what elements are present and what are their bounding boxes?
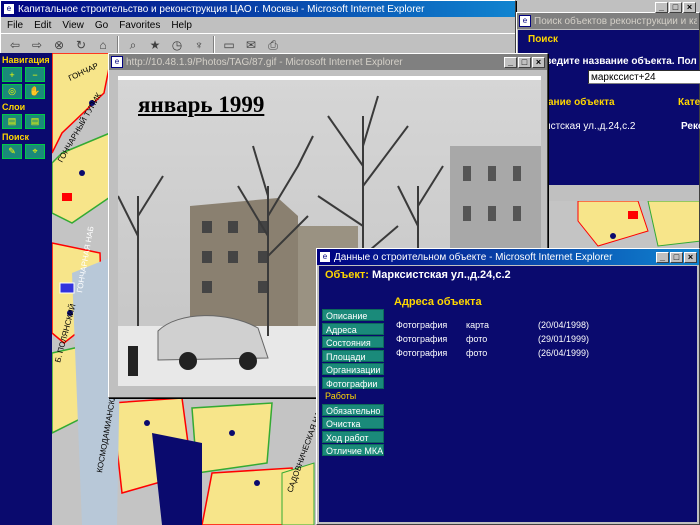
row-kind: фото [466, 334, 488, 344]
object-label: Объект: [325, 269, 369, 281]
side-item-mandatory[interactable]: Обязательно [322, 403, 384, 416]
maximize-icon[interactable]: □ [670, 251, 683, 263]
section-title: Адреса объекта [394, 296, 482, 308]
close-icon[interactable]: × [532, 56, 545, 68]
row-date: (29/01/1999) [538, 334, 590, 344]
toolbar-separator [117, 36, 119, 54]
minimize-icon[interactable]: _ [656, 251, 669, 263]
search-title-bar[interactable]: e Поиск объектов реконструкции и кап. ст… [517, 13, 699, 29]
side-item-areas[interactable]: Площади [322, 349, 384, 362]
fullscreen-icon[interactable]: ▭ [221, 37, 237, 53]
data-window: e Данные о строительном объекте - Micros… [316, 248, 700, 525]
menu-favorites[interactable]: Favorites [119, 20, 160, 31]
close-icon[interactable]: × [683, 2, 696, 13]
address-table: Фотография карта (20/04/1998) Фотография… [396, 318, 589, 360]
main-window-title: Капитальное строительство и реконструкци… [18, 3, 425, 15]
data-window-title: Данные о строительном объекте - Microsof… [334, 251, 613, 263]
search-prompt: Введите название объекта. Пол [538, 56, 697, 67]
row-kind: фото [466, 348, 488, 358]
search-icon[interactable]: ⌕ [125, 37, 141, 53]
nav-heading: Навигация [2, 55, 50, 65]
maximize-icon[interactable]: □ [518, 56, 531, 68]
zoom-out-icon[interactable]: − [25, 67, 45, 82]
photo-title-bar[interactable]: e http://10.48.1.9/Photos/TAG/87.gif - M… [109, 54, 547, 70]
toolbar-separator [213, 36, 215, 54]
mail-icon[interactable]: ✉ [243, 37, 259, 53]
layers-icon[interactable]: ▤ [2, 114, 22, 129]
menu-edit[interactable]: Edit [34, 20, 51, 31]
main-title-bar[interactable]: e Капитальное строительство и реконструк… [1, 1, 515, 17]
menu-file[interactable]: File [7, 20, 23, 31]
pan-hand-icon[interactable]: ✋ [25, 84, 45, 99]
print-icon[interactable]: ⎙ [265, 37, 281, 53]
table-row[interactable]: Фотография фото (26/04/1999) [396, 346, 589, 360]
results-col-name[interactable]: ание объекта [548, 97, 615, 108]
photo-caption: январь 1999 [138, 92, 265, 117]
table-row[interactable]: Фотография фото (29/01/1999) [396, 332, 589, 346]
side-menu: Описание Адреса Состояния Площади Органи… [322, 309, 384, 458]
search-window-title: Поиск объектов реконструкции и кап. стр [534, 15, 697, 27]
side-item-description[interactable]: Описание [322, 309, 384, 321]
zoom-full-icon[interactable]: ◎ [2, 84, 22, 99]
search-header: Поиск [528, 34, 559, 45]
zoom-in-icon[interactable]: + [2, 67, 22, 82]
layers-heading: Слои [2, 102, 26, 112]
menu-go[interactable]: Go [95, 20, 108, 31]
object-name: Марксистская ул.,д.24,с.2 [371, 269, 511, 281]
history-icon[interactable]: ◷ [169, 37, 185, 53]
search-heading: Поиск [2, 132, 30, 142]
row-type[interactable]: Фотография [396, 332, 466, 346]
data-title-bar[interactable]: e Данные о строительном объекте - Micros… [317, 249, 699, 265]
row-type[interactable]: Фотография [396, 318, 466, 332]
search-pencil-icon[interactable]: ✎ [2, 144, 22, 159]
refresh-icon[interactable]: ↻ [73, 37, 89, 53]
side-item-organizations[interactable]: Организации [322, 363, 384, 375]
side-item-progress[interactable]: Ход работ [322, 430, 384, 443]
layers-list-icon[interactable]: ▤ [25, 114, 45, 129]
maximize-icon[interactable]: □ [669, 2, 682, 13]
back-icon[interactable]: ⇦ [7, 37, 23, 53]
row-type[interactable]: Фотография [396, 346, 466, 360]
channels-icon[interactable]: ♆ [191, 37, 207, 53]
ie-icon: e [319, 251, 331, 263]
row-kind: карта [466, 320, 489, 330]
stop-icon[interactable]: ⊗ [51, 37, 67, 53]
photo-window-title: http://10.48.1.9/Photos/TAG/87.gif - Mic… [126, 56, 403, 68]
ie-icon: e [519, 15, 531, 27]
ie-icon: e [111, 56, 123, 68]
main-window-controls: _ □ × [655, 2, 696, 13]
side-item-mka-difference[interactable]: Отличие МКА [322, 444, 384, 456]
home-icon[interactable]: ⌂ [95, 37, 111, 53]
menu-view[interactable]: View [62, 20, 84, 31]
table-row[interactable]: Фотография карта (20/04/1998) [396, 318, 589, 332]
result-category[interactable]: Рекон [681, 121, 700, 132]
side-item-cleaning[interactable]: Очистка [322, 417, 384, 429]
side-item-states[interactable]: Состояния [322, 336, 384, 348]
row-date: (20/04/1998) [538, 320, 590, 330]
data-content: Объект: Марксистская ул.,д.24,с.2 Описан… [319, 266, 697, 522]
search-select-icon[interactable]: ⌖ [25, 144, 45, 159]
nav-panel: Навигация + − ◎ ✋ Слои ▤ ▤ Поиск ✎ ⌖ [0, 53, 52, 525]
result-name[interactable]: систская ул.,д.24,с.2 [540, 121, 635, 132]
close-icon[interactable]: × [684, 251, 697, 263]
side-item-photos[interactable]: Фотографии [322, 376, 384, 389]
side-item-works[interactable]: Работы [322, 390, 384, 402]
side-item-addresses[interactable]: Адреса [322, 322, 384, 335]
results-col-category[interactable]: Кате [678, 97, 700, 108]
menu-help[interactable]: Help [171, 20, 192, 31]
minimize-icon[interactable]: _ [504, 56, 517, 68]
object-header: Объект: Марксистская ул.,д.24,с.2 [319, 266, 697, 284]
menu-bar: File Edit View Go Favorites Help [1, 17, 515, 33]
minimize-icon[interactable]: _ [655, 2, 668, 13]
favorites-icon[interactable]: ★ [147, 37, 163, 53]
ie-icon: e [3, 3, 15, 15]
row-date: (26/04/1999) [538, 348, 590, 358]
search-input[interactable] [588, 70, 700, 84]
forward-icon[interactable]: ⇨ [29, 37, 45, 53]
